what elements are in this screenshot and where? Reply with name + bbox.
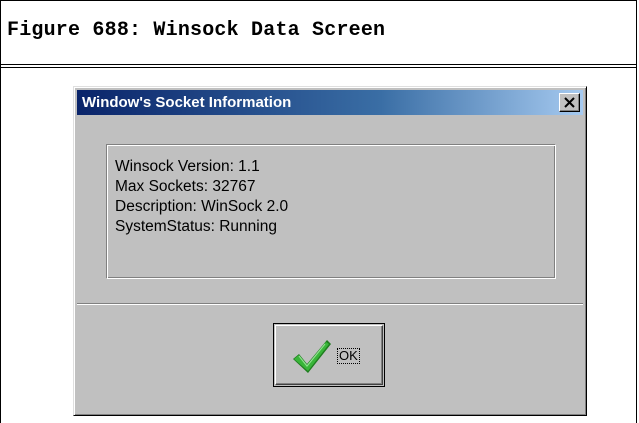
winsock-info-group: Winsock Version: 1.1 Max Sockets: 32767 … xyxy=(106,144,556,279)
ok-button[interactable]: OK xyxy=(273,323,385,387)
max-sockets-text: Max Sockets: 32767 xyxy=(115,178,256,195)
dialog-separator xyxy=(77,303,583,305)
figure-frame-left xyxy=(0,68,1,423)
figure-title: Figure 688: Winsock Data Screen xyxy=(7,19,386,42)
caption-divider xyxy=(0,64,637,68)
figure-caption-box: Figure 688: Winsock Data Screen xyxy=(0,0,637,68)
ok-button-label: OK xyxy=(337,348,360,364)
close-icon xyxy=(564,97,575,108)
winsock-version-text: Winsock Version: 1.1 xyxy=(115,158,260,175)
socket-info-dialog: Window's Socket Information Winsock Vers… xyxy=(73,86,587,416)
figure-frame-right xyxy=(636,68,637,423)
dialog-titlebar[interactable]: Window's Socket Information xyxy=(77,90,583,115)
dialog-title: Window's Socket Information xyxy=(82,94,292,111)
ok-button-face: OK xyxy=(275,325,383,385)
checkmark-icon xyxy=(293,340,331,373)
close-button[interactable] xyxy=(559,93,580,112)
description-text: Description: WinSock 2.0 xyxy=(115,198,289,215)
system-status-text: SystemStatus: Running xyxy=(115,218,277,235)
winsock-info-text: Winsock Version: 1.1 Max Sockets: 32767 … xyxy=(115,157,288,237)
